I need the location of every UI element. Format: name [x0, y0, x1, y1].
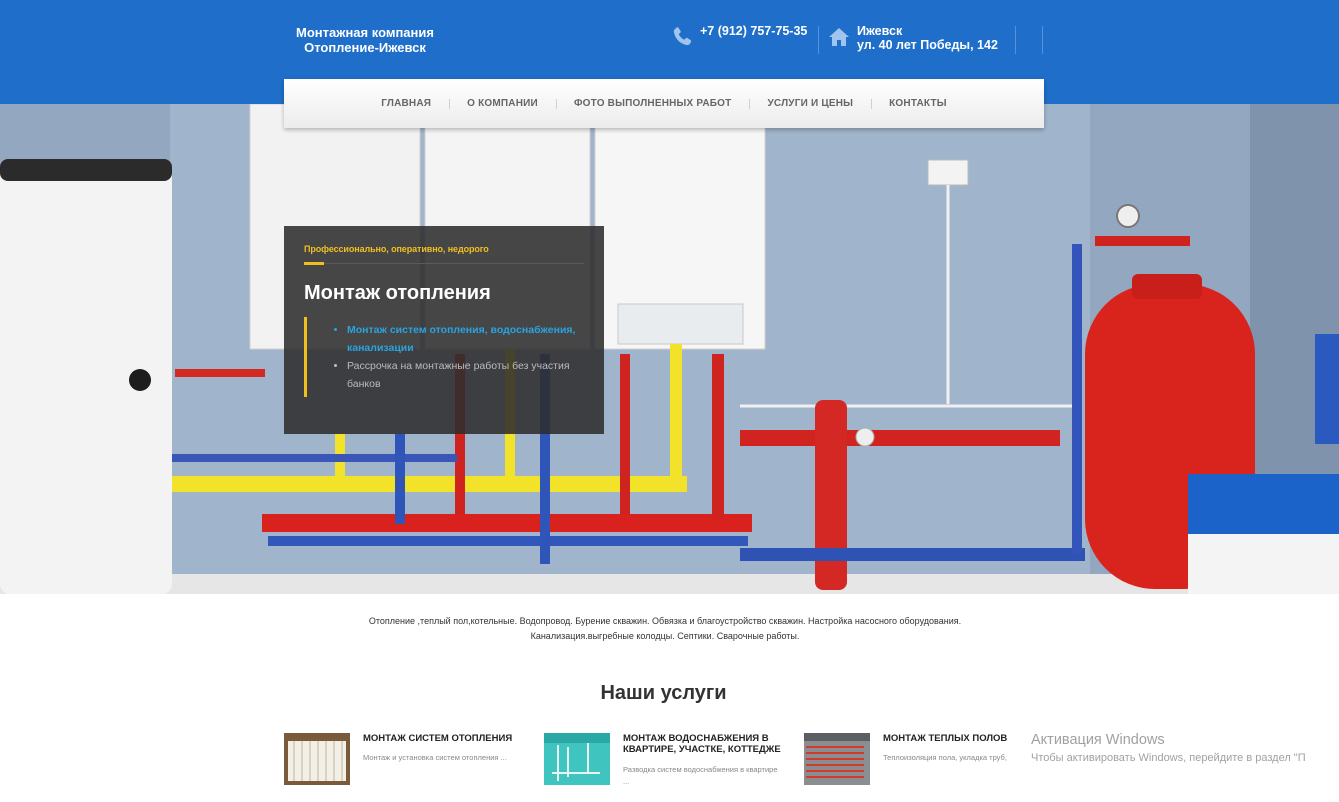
activation-title: Активация Windows [1031, 732, 1165, 748]
hero-bullet-link[interactable]: Монтаж систем отопления, водоснабжения, … [347, 321, 587, 357]
service-description: Монтаж и установка систем отопления ... [363, 753, 507, 762]
plumbing-thumbnail [544, 733, 610, 785]
home-icon [829, 28, 849, 46]
header-divider [1015, 26, 1016, 54]
floor-heating-thumbnail [804, 733, 870, 785]
boiler-room-illustration [0, 104, 1339, 594]
address-street: ул. 40 лет Победы, 142 [857, 38, 998, 52]
site-brand[interactable]: Монтажная компания Отопление-Ижевск [284, 25, 446, 55]
services-heading: Наши услуги [600, 682, 727, 704]
header-divider [1042, 26, 1043, 54]
service-description: Разводка систем водоснабжения в квартире… [623, 765, 778, 786]
phone-number: +7 (912) 757-75-35 [700, 24, 808, 38]
radiator-thumbnail [284, 733, 350, 785]
header-phone[interactable]: +7 (912) 757-75-35 [670, 24, 807, 49]
hero-banner: Профессионально, оперативно, недорого Мо… [0, 104, 1339, 594]
nav-item-services[interactable]: УСЛУГИ И ЦЕНЫ [749, 98, 871, 109]
hero-divider [304, 263, 584, 264]
summary-line-2: Канализация.выгребные колодцы. Септики. … [530, 631, 800, 641]
nav-item-contacts[interactable]: КОНТАКТЫ [871, 98, 965, 109]
nav-item-photos[interactable]: ФОТО ВЫПОЛНЕННЫХ РАБОТ [555, 98, 750, 109]
hero-card: Профессионально, оперативно, недорого Мо… [284, 226, 604, 434]
services-summary: Отопление ,теплый пол,котельные. Водопро… [280, 614, 1050, 644]
windows-activation-notice: Активация Windows Чтобы активировать Win… [1031, 732, 1306, 764]
summary-line-1: Отопление ,теплый пол,котельные. Водопро… [368, 616, 962, 626]
hero-bullet: Рассрочка на монтажные работы без участи… [347, 357, 587, 393]
hero-title: Монтаж отопления [304, 282, 491, 304]
service-title[interactable]: МОНТАЖ ВОДОСНАБЖЕНИЯ В КВАРТИРЕ, УЧАСТКЕ… [623, 733, 793, 755]
main-nav: ГЛАВНАЯ О КОМПАНИИ ФОТО ВЫПОЛНЕННЫХ РАБО… [284, 79, 1044, 128]
phone-icon [673, 27, 692, 46]
nav-item-home[interactable]: ГЛАВНАЯ [363, 98, 449, 109]
hero-tagline: Профессионально, оперативно, недорого [304, 244, 489, 254]
service-description: Теплоизоляция пола, укладка труб, [883, 753, 1007, 762]
hero-bullet-list: Монтаж систем отопления, водоснабжения, … [304, 317, 587, 397]
service-title[interactable]: МОНТАЖ ТЕПЛЫХ ПОЛОВ [883, 733, 1053, 744]
address-city: Ижевск [857, 24, 903, 38]
brand-line-2: Отопление-Ижевск [304, 40, 426, 55]
service-title[interactable]: МОНТАЖ СИСТЕМ ОТОПЛЕНИЯ [363, 733, 533, 744]
hero-divider-accent [304, 262, 324, 265]
header-address: Ижевск ул. 40 лет Победы, 142 [827, 24, 998, 52]
header-divider [818, 26, 819, 54]
brand-line-1: Монтажная компания [296, 25, 434, 40]
nav-item-about[interactable]: О КОМПАНИИ [449, 98, 556, 109]
activation-hint: Чтобы активировать Windows, перейдите в … [1031, 752, 1306, 764]
